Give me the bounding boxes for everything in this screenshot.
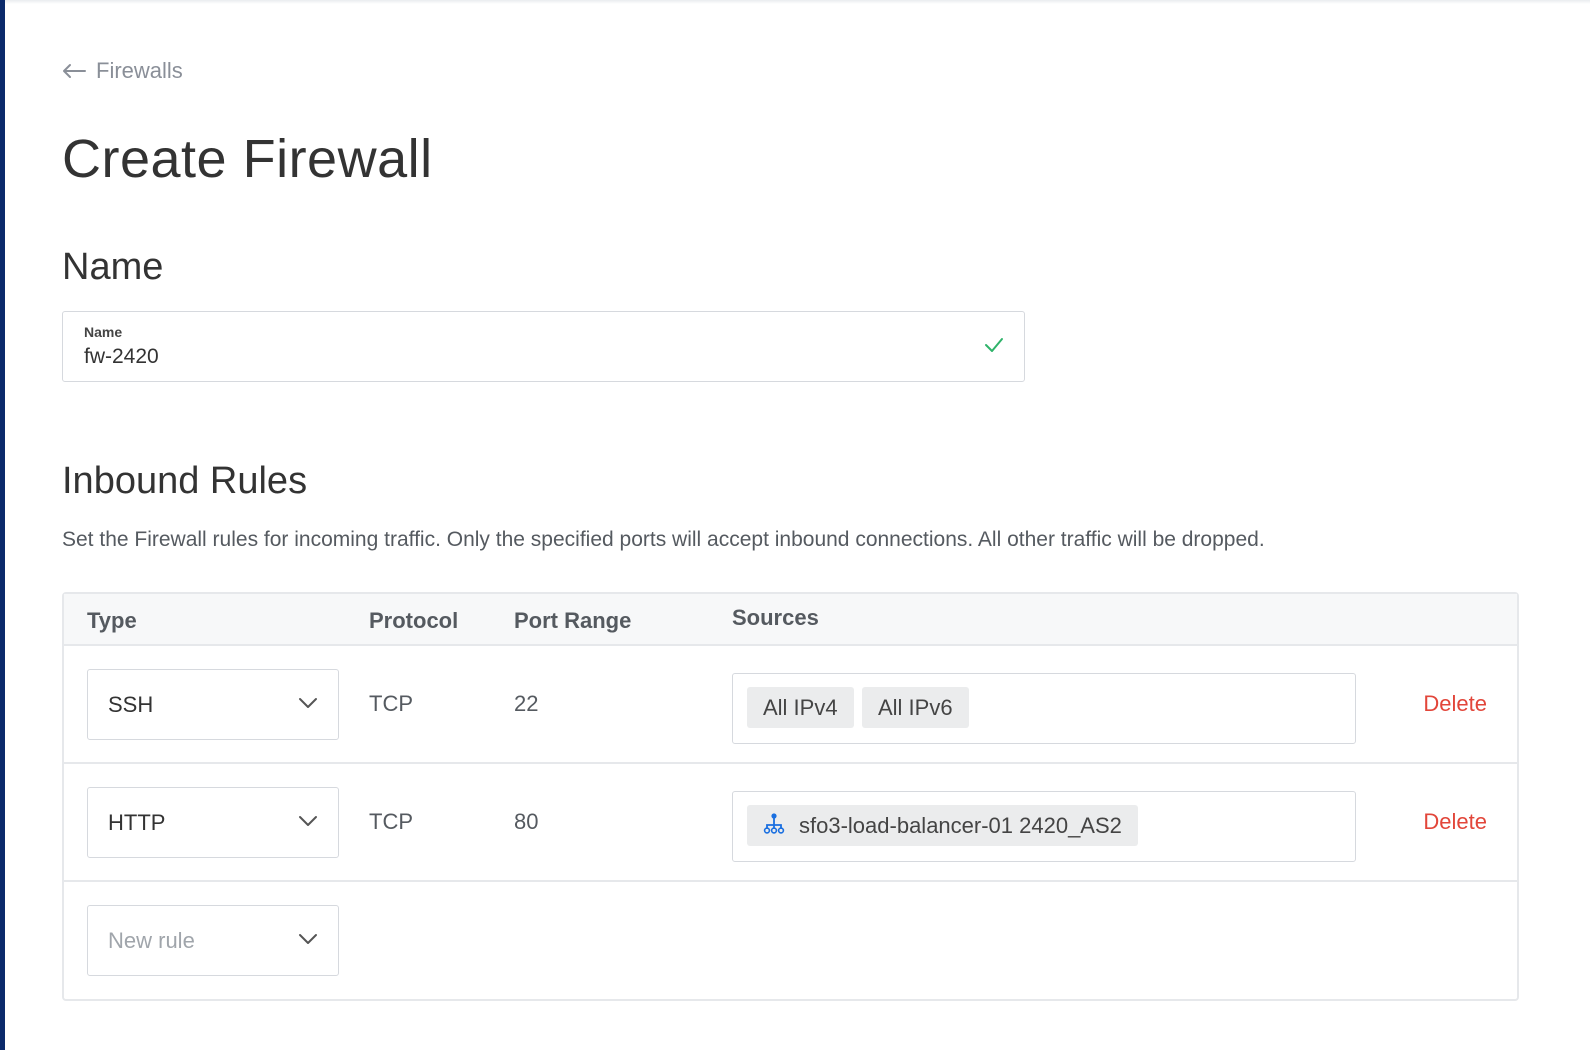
new-rule-row: New rule <box>64 882 1517 1000</box>
rule-protocol: TCP <box>369 809 413 834</box>
rule-sources-input[interactable]: sfo3-load-balancer-01 2420_AS2 <box>732 791 1356 862</box>
delete-rule-button[interactable]: Delete <box>1423 809 1487 835</box>
name-field-label: Name <box>84 324 123 340</box>
check-icon <box>984 337 1004 358</box>
rule-type-select[interactable]: HTTP <box>87 787 339 858</box>
table-header: Type Protocol Port Range Sources <box>64 594 1517 646</box>
chevron-down-icon <box>298 932 318 950</box>
load-balancer-icon <box>763 812 799 840</box>
name-section-title: Name <box>62 246 164 288</box>
rule-protocol: TCP <box>369 691 413 716</box>
chevron-down-icon <box>298 814 318 832</box>
page-title: Create Firewall <box>62 129 433 189</box>
rule-type-select[interactable]: SSH <box>87 669 339 740</box>
inbound-rules-title: Inbound Rules <box>62 460 308 502</box>
source-tag-load-balancer[interactable]: sfo3-load-balancer-01 2420_AS2 <box>747 805 1138 846</box>
name-field[interactable]: Name <box>62 311 1025 382</box>
breadcrumb-back-link[interactable]: Firewalls <box>62 58 183 84</box>
source-tag-all-ipv6[interactable]: All IPv6 <box>862 687 969 728</box>
rule-port-range: 22 <box>514 691 539 716</box>
source-tag-all-ipv4[interactable]: All IPv4 <box>747 687 854 728</box>
new-rule-select[interactable]: New rule <box>87 905 339 976</box>
delete-rule-button[interactable]: Delete <box>1423 691 1487 717</box>
arrow-left-icon <box>62 63 86 79</box>
table-row: HTTP TCP 80 sfo3-load-balancer-01 2420_A… <box>64 764 1517 882</box>
column-header-protocol: Protocol <box>369 608 459 633</box>
new-rule-placeholder: New rule <box>108 928 195 953</box>
column-header-port-range: Port Range <box>514 608 632 633</box>
inbound-rules-description: Set the Firewall rules for incoming traf… <box>62 528 1265 551</box>
name-input[interactable] <box>84 345 964 369</box>
table-row: SSH TCP 22 All IPv4 All IPv6 Delete <box>64 646 1517 764</box>
rule-type-value: HTTP <box>108 810 166 835</box>
column-header-sources: Sources <box>732 605 819 630</box>
top-bar-shadow <box>5 0 1590 4</box>
sidebar-edge <box>0 0 5 1050</box>
rule-sources-input[interactable]: All IPv4 All IPv6 <box>732 673 1356 744</box>
column-header-type: Type <box>87 608 137 633</box>
inbound-rules-table: Type Protocol Port Range Sources SSH TCP… <box>62 592 1519 1001</box>
breadcrumb-label: Firewalls <box>96 58 183 83</box>
rule-port-range: 80 <box>514 809 539 834</box>
rule-type-value: SSH <box>108 692 154 717</box>
source-tag-label: sfo3-load-balancer-01 2420_AS2 <box>799 812 1122 838</box>
chevron-down-icon <box>298 696 318 714</box>
